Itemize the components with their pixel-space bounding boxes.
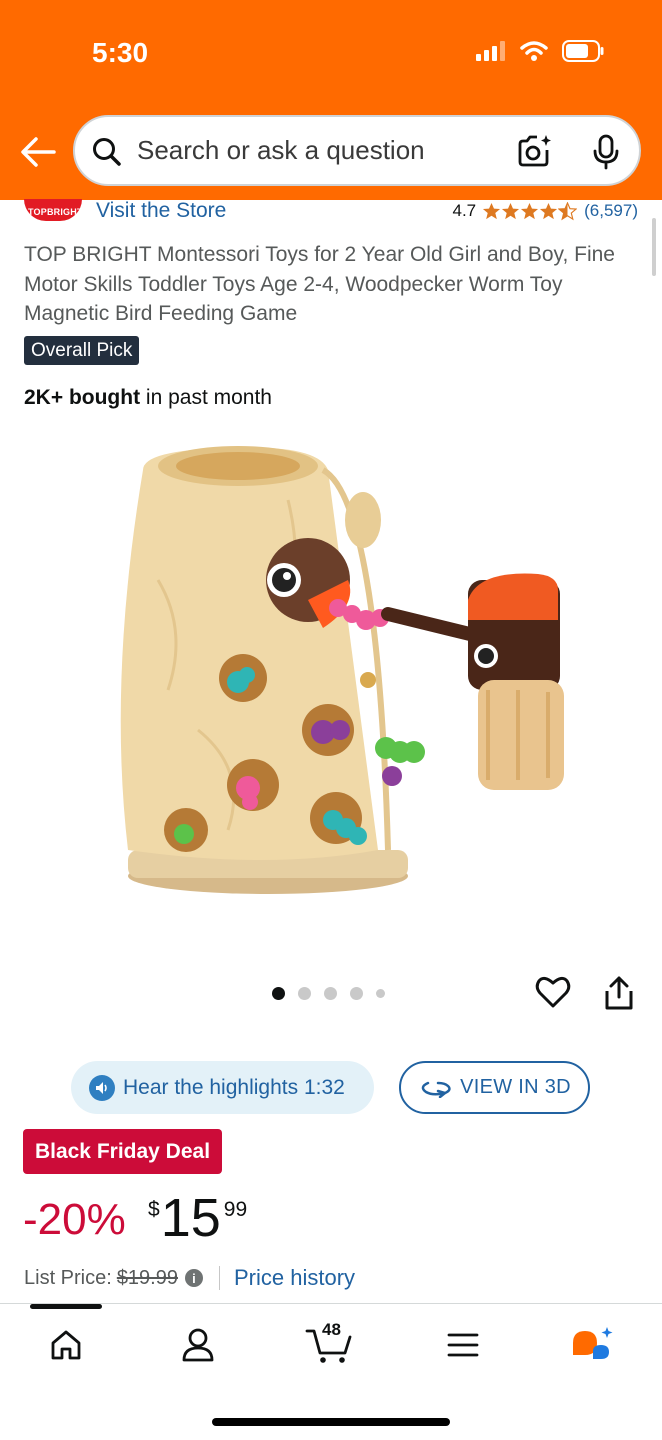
top-header: 5:30: [0, 0, 662, 200]
image-carousel-dots[interactable]: [272, 987, 385, 1000]
worm-hole: [219, 654, 267, 702]
nav-home[interactable]: [44, 1323, 88, 1367]
account-icon: [182, 1328, 214, 1362]
bought-count: 2K+ bought: [24, 386, 141, 409]
worm-hole: [227, 759, 279, 811]
rotate-3d-icon: [421, 1081, 451, 1098]
home-indicator[interactable]: [212, 1418, 450, 1426]
microphone-icon[interactable]: [591, 134, 621, 170]
heart-icon[interactable]: [535, 974, 571, 1010]
carousel-dot[interactable]: [272, 987, 285, 1000]
discount-percent: -20%: [23, 1195, 126, 1244]
info-icon[interactable]: i: [184, 1269, 203, 1287]
scrollbar[interactable]: [652, 218, 656, 276]
nav-rufus[interactable]: [568, 1323, 616, 1367]
search-bar[interactable]: [73, 115, 641, 186]
menu-icon: [447, 1333, 479, 1357]
worm-hole: [164, 808, 208, 852]
overall-pick-badge[interactable]: Overall Pick: [24, 336, 140, 365]
status-icons: [476, 40, 604, 62]
price-fraction: 99: [223, 1198, 248, 1221]
price: $ 15 99: [148, 1190, 247, 1246]
cart-count: 48: [322, 1320, 341, 1339]
hear-highlights-button[interactable]: Hear the highlights 1:32: [71, 1061, 374, 1114]
star-icon: [483, 202, 501, 219]
carousel-dot[interactable]: [376, 989, 385, 998]
nav-menu[interactable]: [443, 1323, 483, 1367]
rating-summary[interactable]: 4.7 (6,597): [452, 201, 638, 221]
view-in-3d-button[interactable]: VIEW IN 3D: [399, 1061, 590, 1114]
rufus-assistant-icon: [573, 1327, 613, 1359]
list-price-row: List Price: $19.99 i Price history: [24, 1265, 355, 1291]
audio-icon: [89, 1074, 115, 1101]
view-in-3d-label: VIEW IN 3D: [460, 1076, 571, 1098]
half-star-icon: [558, 201, 578, 220]
search-icon: [93, 138, 121, 166]
wifi-icon: [520, 41, 548, 61]
active-tab-indicator: [30, 1304, 102, 1309]
product-image[interactable]: [88, 430, 578, 900]
camera-lens-icon[interactable]: [517, 133, 553, 169]
search-input[interactable]: [137, 135, 487, 166]
share-icon[interactable]: [603, 975, 635, 1011]
divider: [218, 1266, 220, 1290]
star-icon: [540, 202, 558, 219]
price-whole: 15: [160, 1188, 221, 1248]
status-time: 5:30: [92, 37, 149, 68]
list-price-value: $19.99: [116, 1266, 178, 1289]
hear-highlights-label: Hear the highlights 1:32: [123, 1075, 345, 1099]
black-friday-deal-badge: Black Friday Deal: [23, 1129, 222, 1174]
bought-period: in past month: [140, 386, 272, 409]
product-title: TOP BRIGHT Montessori Toys for 2 Year Ol…: [24, 243, 615, 325]
battery-icon: [562, 40, 604, 62]
price-history-link[interactable]: Price history: [234, 1265, 355, 1291]
bought-info: 2K+ bought in past month: [24, 386, 272, 410]
rating-value: 4.7: [452, 201, 477, 220]
rating-stars: [482, 201, 578, 221]
carousel-dot[interactable]: [350, 987, 363, 1000]
visit-store-link[interactable]: Visit the Store: [96, 199, 226, 223]
back-arrow-icon[interactable]: [16, 130, 60, 174]
store-logo[interactable]: TOPBRIGHT: [24, 199, 82, 221]
price-currency: $: [148, 1198, 160, 1221]
signal-icon: [476, 41, 505, 61]
list-price-label: List Price:: [24, 1266, 112, 1289]
carousel-dot[interactable]: [298, 987, 311, 1000]
carousel-dot[interactable]: [324, 987, 337, 1000]
star-icon: [521, 202, 539, 219]
star-icon: [502, 202, 520, 219]
rating-count[interactable]: (6,597): [584, 201, 638, 221]
nav-account[interactable]: [176, 1323, 220, 1367]
home-icon: [51, 1330, 81, 1360]
worm-hole: [302, 704, 354, 756]
store-logo-text: TOPBRIGHT: [28, 207, 82, 217]
